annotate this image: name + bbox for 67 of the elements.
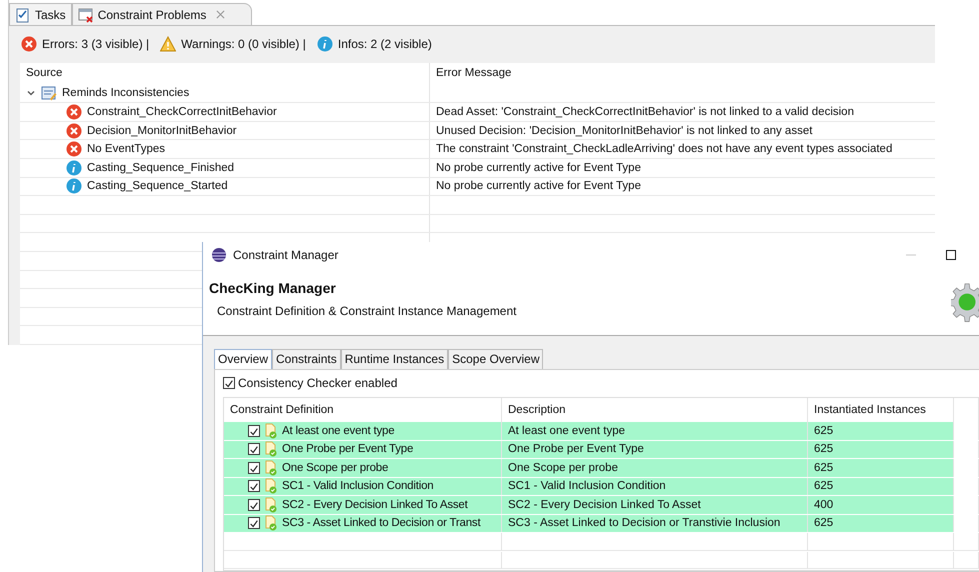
definition-cell: At least one event type [282, 424, 394, 437]
description-cell: SC1 - Valid Inclusion Condition [508, 480, 666, 492]
instances-cell: 625 [814, 462, 834, 474]
checklist-icon [15, 6, 31, 22]
column-header[interactable]: Description [508, 404, 566, 416]
column-header[interactable]: Error Message [436, 66, 512, 79]
definition-cell: One Scope per probe [282, 462, 388, 474]
maximize-icon[interactable] [945, 249, 957, 261]
description-cell: SC2 - Every Decision Linked To Asset [508, 498, 701, 511]
info-icon [66, 178, 82, 194]
summary-text: Infos: 2 (2 visible) [338, 37, 432, 52]
document-icon [41, 85, 57, 102]
instances-cell: 625 [814, 517, 834, 530]
info-icon [66, 160, 82, 176]
tab[interactable]: Constraints [272, 349, 341, 369]
source-cell: No EventTypes [87, 143, 165, 156]
summary-text: Errors: 3 (3 visible) | [42, 37, 150, 52]
description-cell: One Probe per Event Type [508, 443, 644, 456]
description-cell: One Scope per probe [508, 462, 618, 474]
instances-cell: 625 [814, 443, 834, 456]
message-cell: No probe currently active for Event Type [436, 180, 641, 192]
info-icon [316, 36, 333, 52]
definition-cell: One Probe per Event Type [282, 443, 414, 456]
description-cell: At least one event type [508, 424, 625, 437]
column-header[interactable]: Source [26, 66, 62, 79]
view-tab[interactable]: Tasks [9, 3, 72, 25]
instances-cell: 625 [814, 424, 834, 437]
manager-heading: ChecKing Manager [209, 280, 337, 296]
instances-cell: 625 [814, 480, 834, 492]
message-cell: Unused Decision: 'Decision_MonitorInitBehavior' is not linked to any asset [436, 124, 812, 137]
source-cell: Decision_MonitorInitBehavior [87, 124, 237, 137]
definition-cell: SC1 - Valid Inclusion Condition [282, 480, 434, 492]
checkbox[interactable] [248, 498, 260, 511]
tab[interactable]: Scope Overview [448, 349, 544, 369]
source-cell: Casting_Sequence_Finished [87, 162, 234, 174]
error-icon [66, 141, 82, 158]
checkbox[interactable] [248, 443, 260, 456]
checkbox[interactable] [248, 462, 260, 474]
error-icon [21, 36, 37, 52]
checkbox[interactable] [248, 517, 260, 530]
column-header[interactable]: Constraint Definition [230, 404, 334, 416]
manager-subtitle: Constraint Definition & Constraint Instance Management [216, 304, 518, 318]
warning-icon [160, 36, 176, 52]
window-error-icon [78, 6, 94, 22]
checkbox[interactable] [223, 377, 235, 389]
source-cell: Constraint_CheckCorrectInitBehavior [87, 106, 277, 118]
column-header[interactable]: Instantiated Instances [814, 404, 926, 416]
tab[interactable]: Overview [214, 349, 272, 369]
window-title: Constraint Manager [233, 248, 338, 262]
checkbox-label: Consistency Checker enabled [238, 376, 398, 390]
message-cell: The constraint 'Constraint_CheckLadleArriving' does not have any event types associated [436, 143, 892, 156]
error-icon [66, 104, 82, 120]
tree-node-label[interactable]: Reminds Inconsistencies [62, 87, 190, 100]
checkbox[interactable] [248, 424, 260, 437]
definition-cell: SC3 - Asset Linked to Decision or Transt [282, 517, 480, 530]
source-cell: Casting_Sequence_Started [87, 180, 228, 192]
instances-cell: 400 [814, 498, 834, 511]
view-tab[interactable]: Constraint Problems [72, 3, 252, 25]
description-cell: SC3 - Asset Linked to Decision or Transtivie Inclusion [508, 517, 780, 530]
summary-text: Warnings: 0 (0 visible) | [181, 37, 306, 52]
tab[interactable]: Runtime Instances [340, 349, 448, 369]
error-icon [66, 122, 82, 139]
sphere-icon [211, 247, 227, 263]
checkbox[interactable] [248, 480, 260, 492]
message-cell: No probe currently active for Event Type [436, 162, 641, 174]
definition-cell: SC2 - Every Decision Linked To Asset [282, 498, 468, 511]
message-cell: Dead Asset: 'Constraint_CheckCorrectInitBehavior' is not linked to a valid decision [436, 106, 854, 118]
